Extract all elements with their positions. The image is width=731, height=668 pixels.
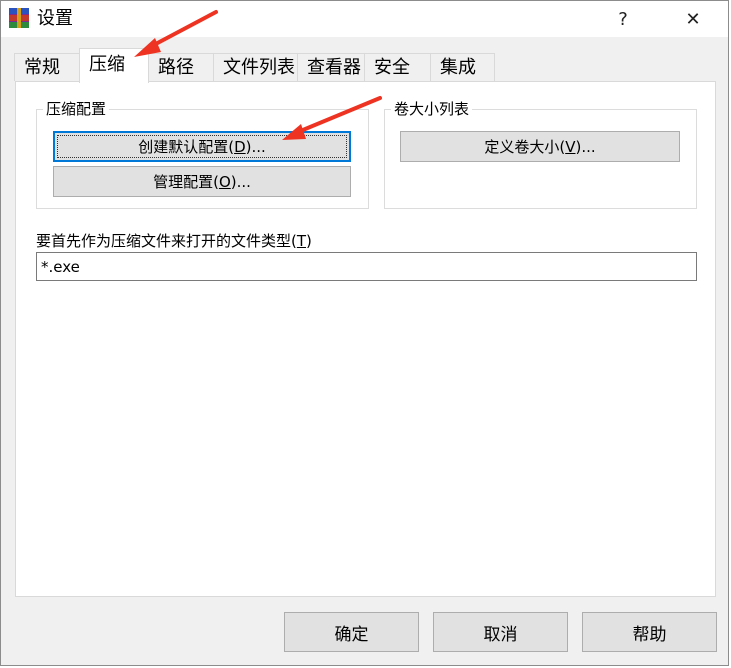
define-volume-sizes-button[interactable]: 定义卷大小(V)... bbox=[400, 131, 680, 162]
volume-sizes-group: 卷大小列表 定义卷大小(V)... bbox=[384, 98, 697, 209]
tab-general[interactable]: 常规 bbox=[14, 53, 81, 81]
compression-profiles-label: 压缩配置 bbox=[43, 98, 110, 120]
tab-integration[interactable]: 集成 bbox=[430, 53, 495, 81]
file-types-label: 要首先作为压缩文件来打开的文件类型(T) bbox=[36, 232, 312, 250]
tab-security[interactable]: 安全 bbox=[364, 53, 431, 81]
file-types-input[interactable] bbox=[36, 252, 697, 281]
compression-profiles-group: 压缩配置 创建默认配置(D)... 管理配置(O)... bbox=[36, 98, 369, 209]
tab-bar: 常规 压缩 路径 文件列表 查看器 安全 集成 bbox=[14, 48, 714, 83]
cancel-button[interactable]: 取消 bbox=[433, 612, 568, 652]
window-title: 设置 bbox=[37, 8, 73, 29]
ok-button[interactable]: 确定 bbox=[284, 612, 419, 652]
winrar-app-icon bbox=[9, 8, 29, 28]
help-button[interactable]: 帮助 bbox=[582, 612, 717, 652]
tab-compression[interactable]: 压缩 bbox=[79, 48, 149, 83]
tab-paths[interactable]: 路径 bbox=[148, 53, 214, 81]
tab-file-list[interactable]: 文件列表 bbox=[213, 53, 298, 81]
settings-dialog: 设置 ? ✕ 常规 压缩 路径 文件列表 查看器 安全 集成 压缩配置 创建默认… bbox=[0, 0, 729, 666]
help-icon[interactable]: ? bbox=[601, 1, 645, 37]
title-bar: 设置 ? ✕ bbox=[1, 1, 728, 37]
compression-tab-panel: 压缩配置 创建默认配置(D)... 管理配置(O)... 卷大小列表 定义卷大小… bbox=[15, 81, 716, 597]
tab-viewer[interactable]: 查看器 bbox=[297, 53, 365, 81]
organize-profiles-button[interactable]: 管理配置(O)... bbox=[53, 166, 351, 197]
create-default-profile-button[interactable]: 创建默认配置(D)... bbox=[53, 131, 351, 162]
close-icon[interactable]: ✕ bbox=[671, 1, 715, 37]
volume-sizes-label: 卷大小列表 bbox=[391, 98, 473, 120]
